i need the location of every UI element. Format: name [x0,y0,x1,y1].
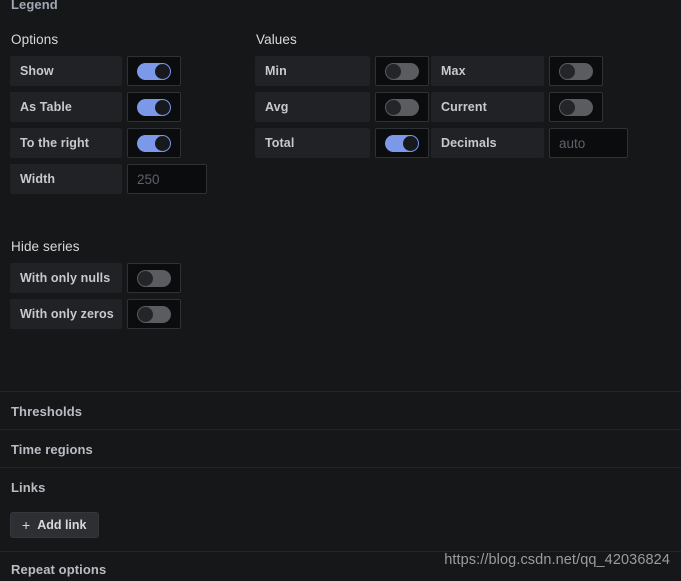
option-label-max: Max [431,56,544,86]
hide-series-group-heading: Hide series [11,239,80,254]
option-control-total[interactable] [375,128,429,158]
option-control-as-table[interactable] [127,92,181,122]
option-label-decimals: Decimals [431,128,544,158]
option-control-current[interactable] [549,92,603,122]
option-row-decimals: Decimals [431,128,628,158]
toggle-knob [386,99,401,115]
option-row-min: Min [255,56,429,86]
section-title-time-regions: Time regions [11,442,93,457]
option-label-min: Min [255,56,370,86]
section-title-repeat-options: Repeat options [11,562,107,577]
toggle-as-table[interactable] [137,98,171,116]
toggle-show[interactable] [137,62,171,80]
add-link-label: Add link [37,518,87,532]
option-label-avg: Avg [255,92,370,122]
option-row-current: Current [431,92,603,122]
toggle-knob [155,135,170,151]
section-time-regions[interactable]: Time regions [0,429,681,467]
toggle-knob [155,63,170,79]
option-row-width: Width [10,164,207,194]
option-control-with-only-nulls[interactable] [127,263,181,293]
values-group-heading: Values [256,32,297,47]
toggle-to-the-right[interactable] [137,134,171,152]
toggle-with-only-nulls[interactable] [137,269,171,287]
toggle-knob [560,99,575,115]
add-link-button[interactable]: + Add link [10,512,99,538]
width-input[interactable] [127,164,207,194]
option-row-with-only-nulls: With only nulls [10,263,181,293]
option-row-show: Show [10,56,181,86]
option-control-min[interactable] [375,56,429,86]
section-title-legend: Legend [11,0,58,12]
option-label-with-only-nulls: With only nulls [10,263,122,293]
option-row-as-table: As Table [10,92,181,122]
option-label-width: Width [10,164,122,194]
legend-options-panel: Legend Options Show As Table To the righ… [0,0,681,581]
section-title-links[interactable]: Links [11,480,45,495]
toggle-total[interactable] [385,134,419,152]
watermark-url: https://blog.csdn.net/qq_42036824 [444,552,670,568]
option-label-total: Total [255,128,370,158]
option-row-to-the-right: To the right [10,128,181,158]
toggle-max[interactable] [559,62,593,80]
toggle-knob [560,63,575,79]
toggle-min[interactable] [385,62,419,80]
option-control-to-the-right[interactable] [127,128,181,158]
toggle-knob [138,306,153,322]
option-label-as-table: As Table [10,92,122,122]
toggle-avg[interactable] [385,98,419,116]
option-row-avg: Avg [255,92,429,122]
option-row-max: Max [431,56,603,86]
options-group-heading: Options [11,32,59,47]
toggle-knob [155,99,170,115]
option-control-avg[interactable] [375,92,429,122]
option-label-to-the-right: To the right [10,128,122,158]
option-control-max[interactable] [549,56,603,86]
toggle-knob [403,135,418,151]
section-title-thresholds: Thresholds [11,404,83,419]
option-label-show: Show [10,56,122,86]
option-control-show[interactable] [127,56,181,86]
option-label-with-only-zeros: With only zeros [10,299,122,329]
option-control-with-only-zeros[interactable] [127,299,181,329]
toggle-knob [386,63,401,79]
decimals-input[interactable] [549,128,628,158]
option-row-with-only-zeros: With only zeros [10,299,181,329]
toggle-knob [138,270,153,286]
toggle-with-only-zeros[interactable] [137,305,171,323]
plus-icon: + [22,517,31,533]
section-links: Links [0,467,681,551]
toggle-current[interactable] [559,98,593,116]
option-label-current: Current [431,92,544,122]
section-thresholds[interactable]: Thresholds [0,391,681,429]
option-row-total: Total [255,128,429,158]
